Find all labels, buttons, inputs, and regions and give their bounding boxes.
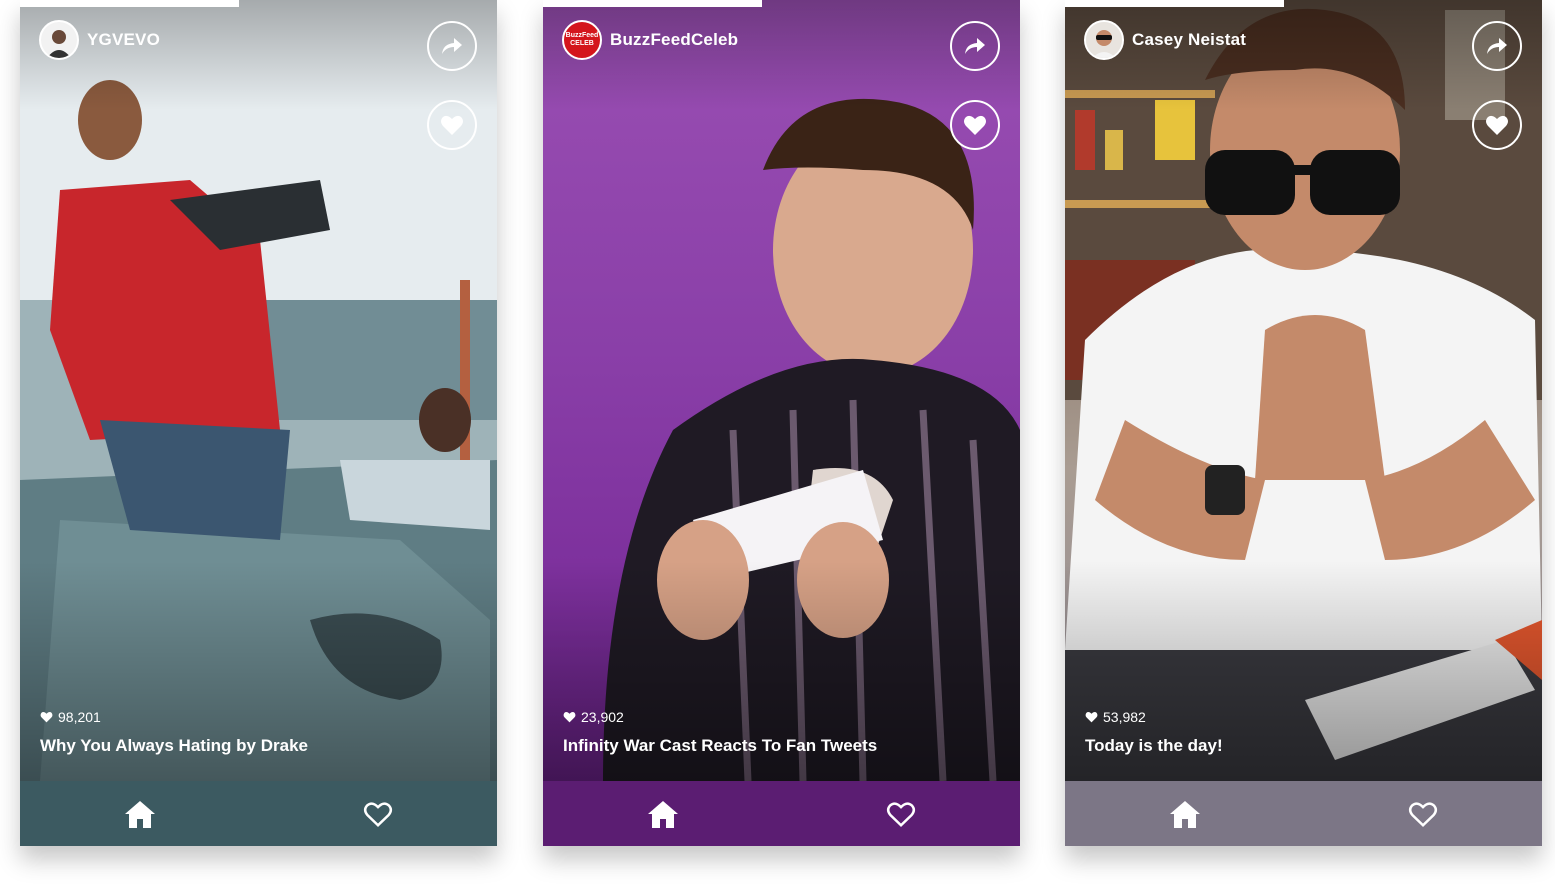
- favorites-button[interactable]: [884, 797, 918, 831]
- home-button[interactable]: [123, 797, 157, 831]
- heart-icon: [964, 115, 986, 135]
- video-title[interactable]: Infinity War Cast Reacts To Fan Tweets: [563, 736, 877, 756]
- video-player[interactable]: BuzzFeed CELEB BuzzFeedCeleb 23,902 Infi…: [543, 0, 1020, 781]
- video-title[interactable]: Why You Always Hating by Drake: [40, 736, 308, 756]
- likes-count: 53,982: [1085, 709, 1146, 725]
- bottom-navbar: [543, 781, 1020, 846]
- share-arrow-icon: [1487, 38, 1507, 54]
- heart-outline-icon: [886, 802, 916, 827]
- video-player[interactable]: YGVEVO 98,201 Why You Always Hating by D…: [20, 0, 497, 781]
- share-button[interactable]: [950, 21, 1000, 71]
- channel-header[interactable]: YGVEVO: [39, 20, 160, 60]
- heart-outline-icon: [1408, 802, 1438, 827]
- progress-bar: [20, 0, 240, 7]
- heart-icon: [441, 115, 463, 135]
- video-card-1: YGVEVO 98,201 Why You Always Hating by D…: [20, 0, 497, 846]
- video-card-2: BuzzFeed CELEB BuzzFeedCeleb 23,902 Infi…: [543, 0, 1020, 846]
- progress-bar: [1065, 0, 1285, 7]
- share-arrow-icon: [442, 38, 462, 54]
- video-title[interactable]: Today is the day!: [1085, 736, 1223, 756]
- likes-count: 98,201: [40, 709, 101, 725]
- video-card-3: Casey Neistat 53,982 Today is the day!: [1065, 0, 1542, 846]
- bottom-navbar: [20, 781, 497, 846]
- heart-small-icon: [40, 712, 53, 723]
- likes-value: 53,982: [1103, 709, 1146, 725]
- avatar-icon: [41, 22, 77, 58]
- favorites-button[interactable]: [1406, 797, 1440, 831]
- likes-value: 23,902: [581, 709, 624, 725]
- heart-small-icon: [563, 712, 576, 723]
- heart-small-icon: [1085, 712, 1098, 723]
- share-arrow-icon: [965, 38, 985, 54]
- favorites-button[interactable]: [361, 797, 395, 831]
- home-icon: [1170, 801, 1200, 828]
- video-player[interactable]: Casey Neistat 53,982 Today is the day!: [1065, 0, 1542, 781]
- channel-name[interactable]: YGVEVO: [87, 30, 160, 50]
- heart-outline-icon: [363, 802, 393, 827]
- like-button[interactable]: [427, 100, 477, 150]
- share-button[interactable]: [427, 21, 477, 71]
- likes-count: 23,902: [563, 709, 624, 725]
- avatar-logo-text: BuzzFeed CELEB: [565, 32, 599, 47]
- heart-icon: [1486, 115, 1508, 135]
- channel-avatar[interactable]: BuzzFeed CELEB: [562, 20, 602, 60]
- home-button[interactable]: [1168, 797, 1202, 831]
- avatar-icon: [1086, 22, 1122, 58]
- channel-avatar[interactable]: [1084, 20, 1124, 60]
- channel-header[interactable]: BuzzFeed CELEB BuzzFeedCeleb: [562, 20, 738, 60]
- home-icon: [125, 801, 155, 828]
- home-button[interactable]: [646, 797, 680, 831]
- share-button[interactable]: [1472, 21, 1522, 71]
- bottom-navbar: [1065, 781, 1542, 846]
- likes-value: 98,201: [58, 709, 101, 725]
- channel-avatar[interactable]: [39, 20, 79, 60]
- like-button[interactable]: [1472, 100, 1522, 150]
- channel-name[interactable]: Casey Neistat: [1132, 30, 1246, 50]
- progress-bar: [543, 0, 763, 7]
- channel-name[interactable]: BuzzFeedCeleb: [610, 30, 738, 50]
- like-button[interactable]: [950, 100, 1000, 150]
- home-icon: [648, 801, 678, 828]
- channel-header[interactable]: Casey Neistat: [1084, 20, 1246, 60]
